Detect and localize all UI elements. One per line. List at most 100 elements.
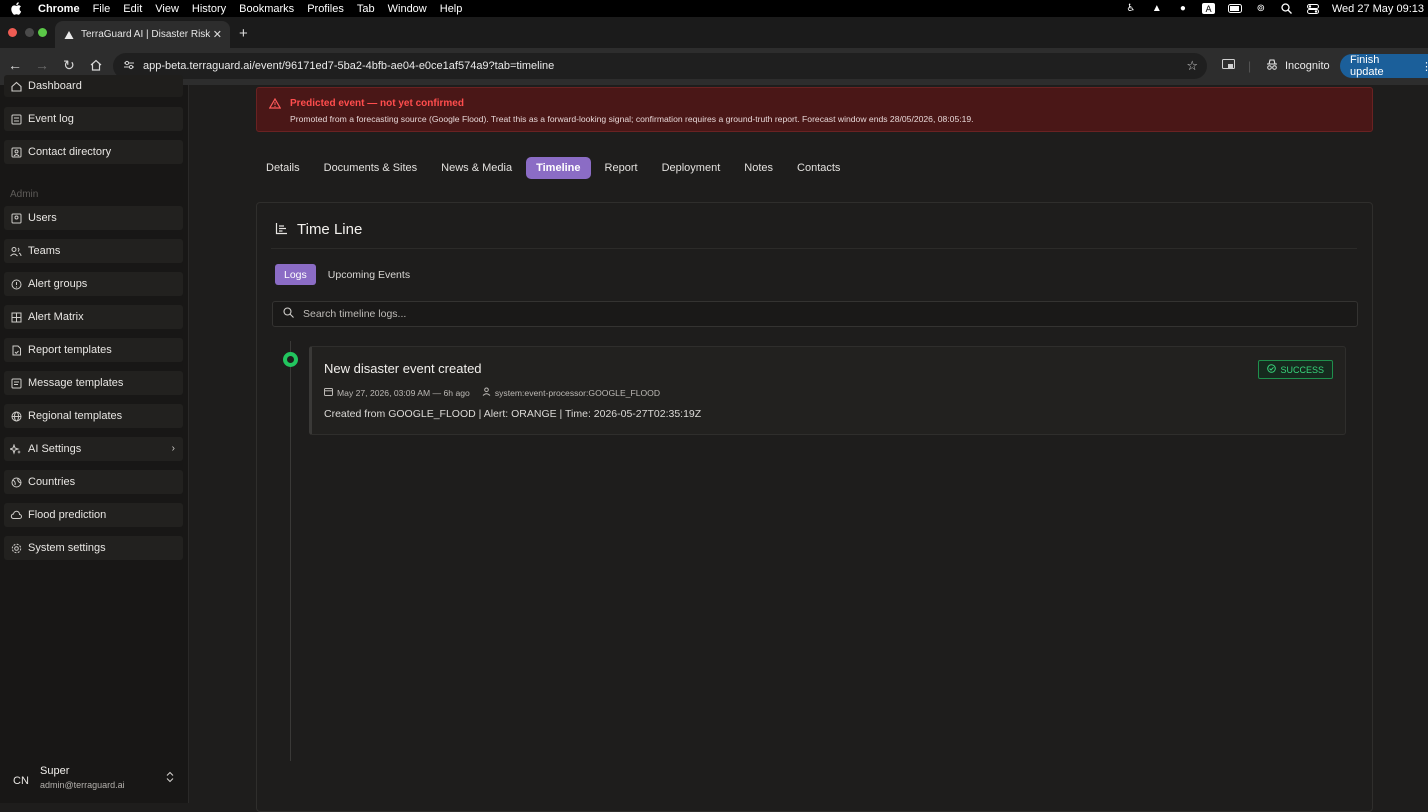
url-text[interactable]: app-beta.terraguard.ai/event/96171ed7-5b…	[143, 60, 554, 72]
browser-toolbar: ← → ↻ app-beta.terraguard.ai/event/96171…	[0, 48, 1428, 85]
menu-view[interactable]: View	[155, 3, 179, 15]
sidebar-item-report-templates[interactable]: Report templates	[4, 338, 183, 362]
finish-update-button[interactable]: Finish update ⋮	[1340, 54, 1428, 78]
alert-icon	[10, 278, 22, 290]
accessibility-icon[interactable]: ♿	[1124, 3, 1138, 15]
cloud-icon	[10, 509, 22, 521]
user-account-switcher[interactable]: CN Super admin@terraguard.ai	[0, 759, 189, 803]
sidebar-item-event-log[interactable]: Event log	[4, 107, 183, 131]
sidebar-item-teams[interactable]: Teams	[4, 239, 183, 263]
sidebar-item-ai-settings[interactable]: AI Settings ›	[4, 437, 183, 461]
search-input[interactable]	[303, 308, 1203, 320]
sidebar-item-label: Message templates	[28, 377, 124, 389]
gear-icon	[10, 542, 22, 554]
tab-timeline[interactable]: Timeline	[526, 157, 591, 179]
main-content: Predicted event — not yet confirmed Prom…	[190, 85, 1428, 812]
alert-title: Predicted event — not yet confirmed	[290, 98, 464, 109]
more-menu-icon[interactable]: ⋮	[1421, 60, 1428, 73]
tab-news-media[interactable]: News & Media	[431, 157, 522, 179]
reload-icon[interactable]: ↻	[61, 57, 77, 73]
timeline-header: Time Line	[275, 221, 362, 238]
sidebar-item-contact-directory[interactable]: Contact directory	[4, 140, 183, 164]
menu-help[interactable]: Help	[440, 3, 463, 15]
sidebar-item-label: System settings	[28, 542, 106, 554]
timeline-chart-icon	[275, 222, 289, 238]
timeline-search	[272, 301, 1358, 327]
cast-icon[interactable]	[1222, 59, 1235, 73]
back-arrow-icon[interactable]: ←	[7, 57, 23, 73]
site-settings-icon[interactable]	[123, 60, 137, 73]
chevron-right-icon[interactable]: ›	[172, 443, 175, 454]
sidebar: Dashboard Event log Contact directory Ad…	[0, 75, 189, 803]
tab-documents-sites[interactable]: Documents & Sites	[314, 157, 428, 179]
sidebar-item-label: Teams	[28, 245, 61, 257]
clock[interactable]: Wed 27 May 09:13	[1332, 3, 1424, 15]
team-icon	[10, 245, 22, 257]
minimize-window-button[interactable]	[25, 28, 34, 37]
user-email: admin@terraguard.ai	[40, 780, 125, 790]
tab-notes[interactable]: Notes	[734, 157, 783, 179]
sidebar-item-users[interactable]: Users	[4, 206, 183, 230]
apple-icon[interactable]	[11, 2, 25, 15]
page-title: Time Line	[297, 221, 363, 238]
messenger-icon[interactable]: ▲	[1150, 3, 1164, 15]
subtab-logs[interactable]: Logs	[275, 264, 316, 285]
log-title: New disaster event created	[324, 361, 482, 376]
control-center-icon[interactable]	[1306, 3, 1320, 15]
menu-tab[interactable]: Tab	[357, 3, 375, 15]
new-tab-icon[interactable]: +	[239, 25, 248, 42]
address-bar[interactable]: app-beta.terraguard.ai/event/96171ed7-5b…	[113, 53, 1207, 79]
sparkle-icon	[10, 443, 22, 455]
menu-bookmarks[interactable]: Bookmarks	[239, 3, 294, 15]
grid-icon	[10, 311, 22, 323]
timeline-subtabs: Logs Upcoming Events	[275, 264, 422, 285]
sidebar-item-label: Regional templates	[28, 410, 123, 422]
sidebar-item-alert-matrix[interactable]: Alert Matrix	[4, 305, 183, 329]
home-icon[interactable]	[88, 57, 104, 73]
battery-icon[interactable]	[1227, 3, 1242, 15]
sidebar-item-message-templates[interactable]: Message templates	[4, 371, 183, 395]
toolbar-divider: |	[1248, 59, 1252, 73]
keyboard-input-icon[interactable]: A	[1202, 3, 1216, 15]
menu-history[interactable]: History	[192, 3, 226, 15]
tab-deployment[interactable]: Deployment	[652, 157, 731, 179]
sidebar-item-flood-prediction[interactable]: Flood prediction	[4, 503, 183, 527]
event-tabs: Details Documents & Sites News & Media T…	[256, 156, 854, 180]
predicted-event-banner: Predicted event — not yet confirmed Prom…	[256, 87, 1373, 132]
close-tab-icon[interactable]: ✕	[213, 28, 222, 41]
menu-window[interactable]: Window	[388, 3, 427, 15]
close-window-button[interactable]	[8, 28, 17, 37]
tab-details[interactable]: Details	[256, 157, 310, 179]
status-badge: SUCCESS	[1258, 360, 1333, 379]
check-circle-icon	[1267, 364, 1277, 375]
chevrons-up-down-icon[interactable]	[166, 771, 174, 786]
menu-profiles[interactable]: Profiles	[307, 3, 344, 15]
log-icon	[10, 113, 22, 125]
app-status-icon[interactable]: ●	[1176, 3, 1190, 15]
sidebar-item-alert-groups[interactable]: Alert groups	[4, 272, 183, 296]
sidebar-item-regional-templates[interactable]: Regional templates	[4, 404, 183, 428]
timeline-log-entry[interactable]: New disaster event created May 27, 2026,…	[309, 346, 1346, 435]
browser-tab-active[interactable]: TerraGuard AI | Disaster Risk ✕	[55, 21, 230, 48]
menu-file[interactable]: File	[93, 3, 111, 15]
bookmark-star-icon[interactable]: ☆	[1186, 58, 1198, 74]
incognito-indicator[interactable]: Incognito	[1266, 59, 1330, 73]
user-icon	[482, 387, 491, 398]
forward-arrow-icon[interactable]: →	[34, 57, 50, 73]
sidebar-item-dashboard[interactable]: Dashboard	[4, 75, 183, 97]
report-icon	[10, 344, 22, 356]
subtab-upcoming-events[interactable]: Upcoming Events	[319, 264, 419, 285]
link-icon[interactable]: ⊚	[1254, 3, 1268, 15]
timeline-panel: Time Line Logs Upcoming Events New disas…	[256, 202, 1373, 812]
log-actor: system:event-processor:GOOGLE_FLOOD	[494, 387, 661, 398]
menu-edit[interactable]: Edit	[123, 3, 142, 15]
menu-app-name[interactable]: Chrome	[38, 3, 80, 15]
fullscreen-window-button[interactable]	[38, 28, 47, 37]
spotlight-search-icon[interactable]	[1280, 3, 1294, 15]
tab-contacts[interactable]: Contacts	[787, 157, 850, 179]
message-icon	[10, 377, 22, 389]
tab-report[interactable]: Report	[595, 157, 648, 179]
status-label: SUCCESS	[1280, 364, 1324, 375]
sidebar-item-system-settings[interactable]: System settings	[4, 536, 183, 560]
sidebar-item-countries[interactable]: Countries	[4, 470, 183, 494]
